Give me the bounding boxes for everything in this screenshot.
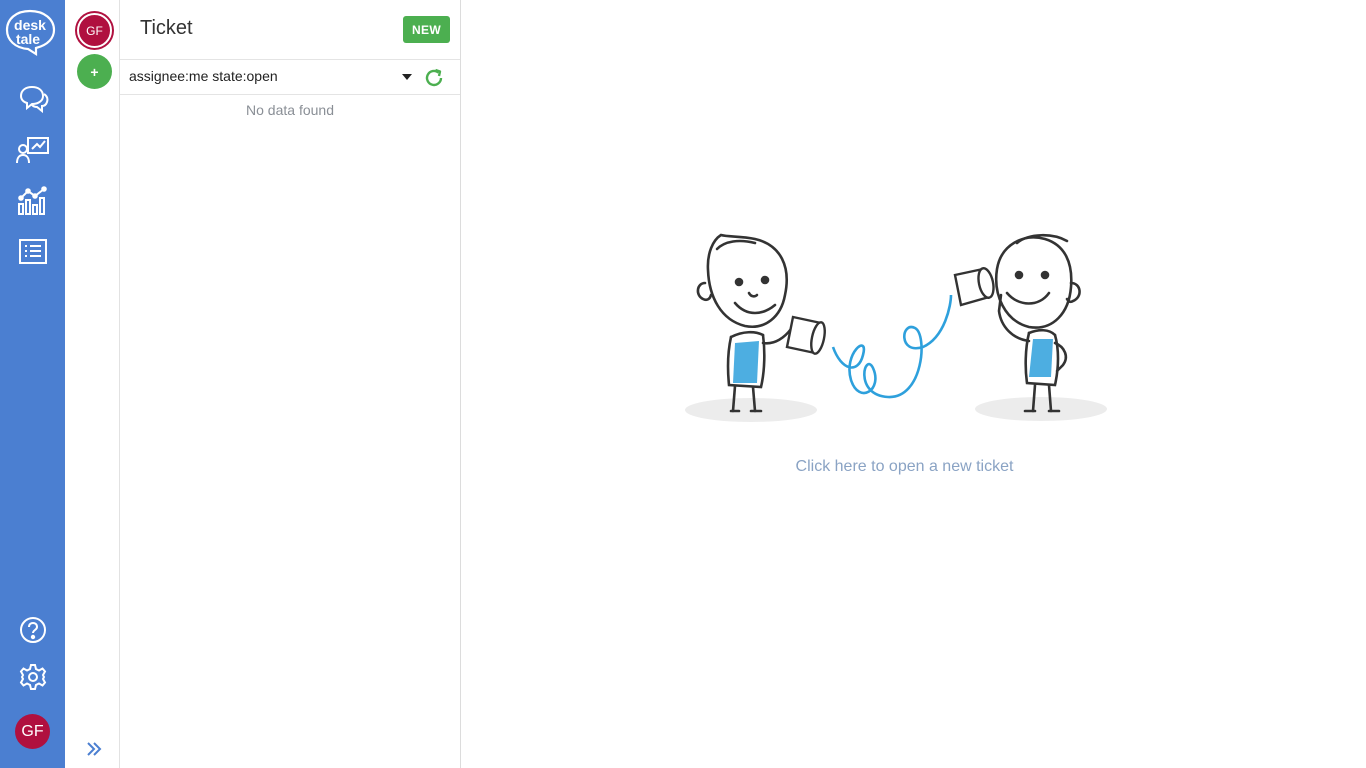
empty-state-text: No data found [246,102,334,118]
filter-input[interactable] [129,68,389,84]
list-icon[interactable] [16,235,50,269]
agent-column: GF + [65,0,120,768]
ticket-list-panel: Ticket NEW No data found [120,0,461,768]
new-ticket-button[interactable]: NEW [403,16,450,43]
presentation-icon[interactable] [16,133,50,167]
tin-can-phone-illustration[interactable] [683,225,1113,430]
chat-icon[interactable] [16,82,50,116]
user-avatar[interactable]: GF [15,714,50,749]
logo-text-line2: tale [16,31,40,47]
agent-avatar[interactable]: GF [77,13,112,48]
refresh-icon[interactable] [423,67,445,89]
double-chevron-right-icon[interactable] [83,738,105,760]
caret-down-icon[interactable] [402,74,412,80]
main-content: Click here to open a new ticket [461,0,1366,768]
add-agent-button[interactable]: + [77,54,112,89]
gear-icon[interactable] [16,660,50,694]
help-icon[interactable] [16,613,50,647]
open-new-ticket-link[interactable]: Click here to open a new ticket [461,458,1348,476]
analytics-icon[interactable] [16,184,50,218]
filter-bar [120,59,460,95]
page-title: Ticket [140,17,193,39]
desktale-logo[interactable]: desk tale [4,8,56,56]
app-sidebar: desk tale GF [0,0,65,768]
